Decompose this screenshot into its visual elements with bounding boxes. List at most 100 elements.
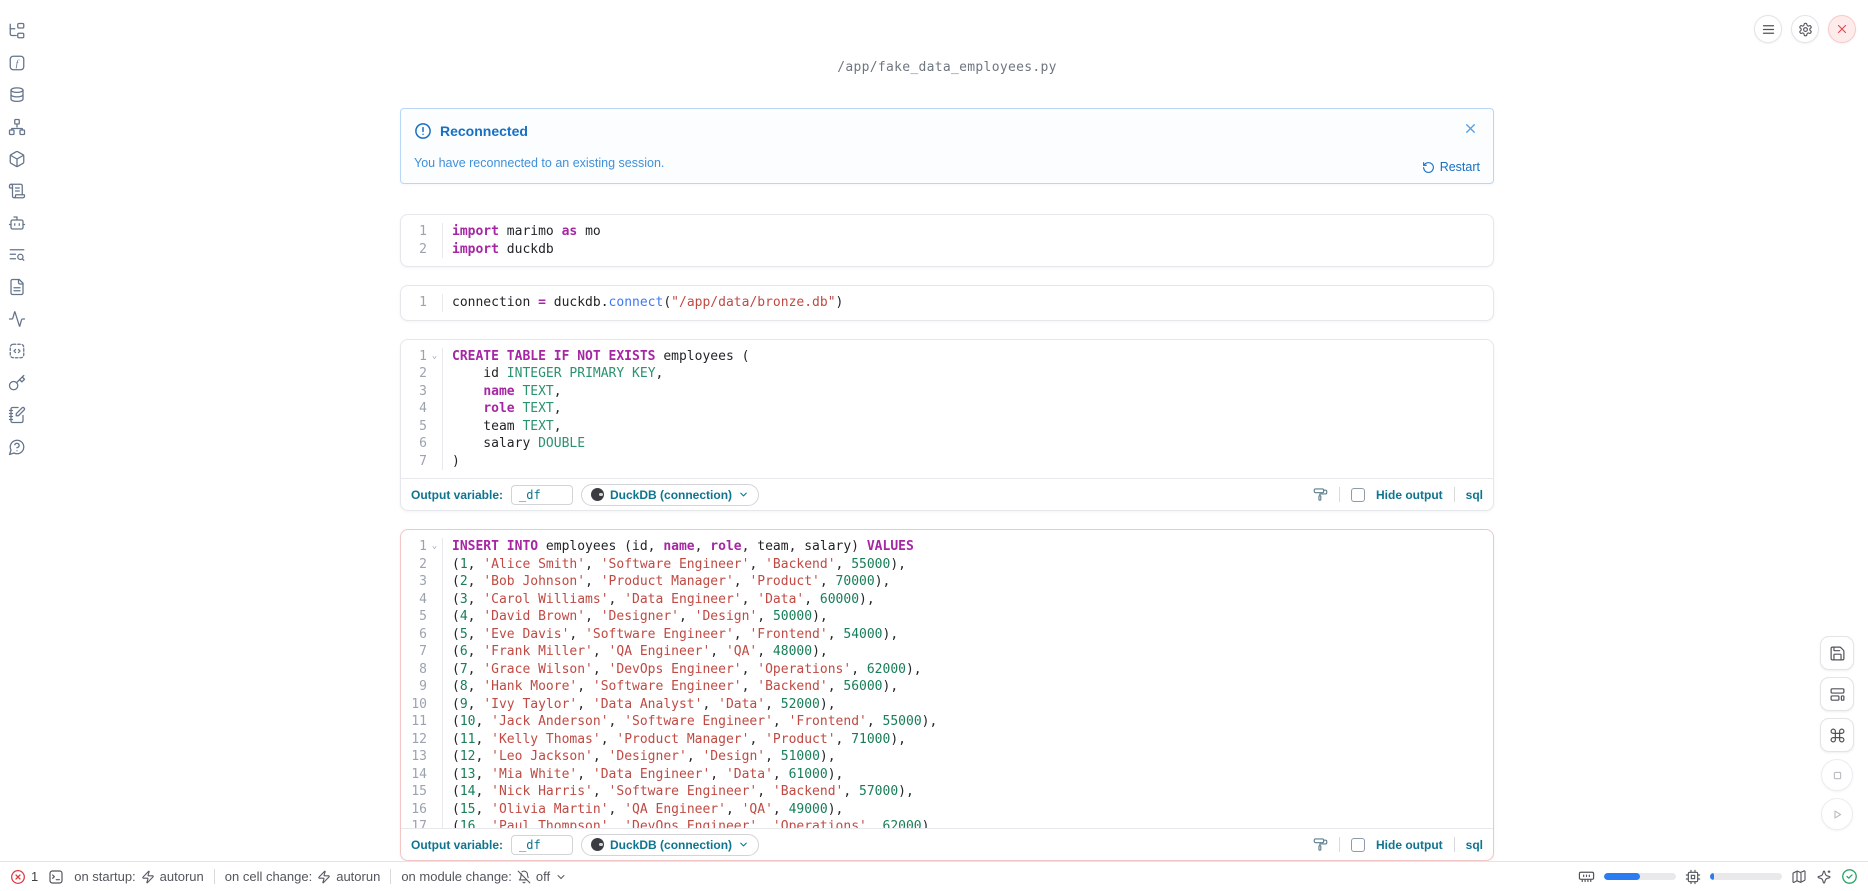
banner-close-icon[interactable]: [1463, 121, 1478, 136]
logs-icon[interactable]: [8, 182, 26, 200]
engine-select[interactable]: DuckDB (connection): [581, 834, 759, 856]
packages-icon[interactable]: [8, 150, 26, 168]
code-line[interactable]: 1⌄INSERT INTO employees (id, name, role,…: [401, 538, 1493, 556]
fold-chevron-icon[interactable]: ⌄: [427, 348, 442, 366]
minimap-icon[interactable]: [1791, 869, 1807, 885]
code-line[interactable]: 3(2, 'Bob Johnson', 'Product Manager', '…: [401, 573, 1493, 591]
engine-label: DuckDB (connection): [610, 488, 732, 502]
engine-select[interactable]: DuckDB (connection): [581, 484, 759, 506]
code-line[interactable]: 15(14, 'Nick Harris', 'Software Engineer…: [401, 783, 1493, 801]
code-line[interactable]: 12(11, 'Kelly Thomas', 'Product Manager'…: [401, 731, 1493, 749]
log-search-icon[interactable]: [8, 246, 26, 264]
settings-button[interactable]: [1791, 15, 1819, 43]
code-line[interactable]: 10(9, 'Ivy Taylor', 'Data Analyst', 'Dat…: [401, 696, 1493, 714]
code-line[interactable]: 4(3, 'Carol Williams', 'Data Engineer', …: [401, 591, 1493, 609]
code-text: role TEXT,: [442, 400, 1493, 418]
fold-gutter: [427, 626, 442, 644]
code-line[interactable]: 3 name TEXT,: [401, 383, 1493, 401]
code-editor[interactable]: 1import marimo as mo2import duckdb: [401, 215, 1493, 266]
code-text: (12, 'Leo Jackson', 'Designer', 'Design'…: [442, 748, 1493, 766]
on-module-change-setting[interactable]: on module change: off: [401, 869, 567, 884]
shutdown-icon: [1835, 22, 1849, 36]
variables-icon[interactable]: f: [8, 54, 26, 72]
hide-output-checkbox[interactable]: [1351, 838, 1365, 852]
code-line[interactable]: 5(4, 'David Brown', 'Designer', 'Design'…: [401, 608, 1493, 626]
right-toolbar: [1814, 636, 1860, 837]
layout-button[interactable]: [1820, 677, 1854, 711]
run-button[interactable]: [1821, 798, 1853, 830]
shutdown-button[interactable]: [1828, 15, 1856, 43]
output-variable-input[interactable]: _df: [511, 485, 573, 505]
stop-button[interactable]: [1821, 759, 1853, 791]
code-line[interactable]: 13(12, 'Leo Jackson', 'Designer', 'Desig…: [401, 748, 1493, 766]
fold-gutter: [427, 731, 442, 749]
secrets-key-icon[interactable]: [8, 374, 26, 392]
command-palette-button[interactable]: [1820, 718, 1854, 752]
code-line[interactable]: 14 (13, 'Mia White', 'Data Engineer', 'Da…: [401, 766, 1493, 784]
code-editor[interactable]: 1⌄CREATE TABLE IF NOT EXISTS employees (…: [401, 340, 1493, 479]
code-line[interactable]: 9(8, 'Hank Moore', 'Software Engineer', …: [401, 678, 1493, 696]
file-explorer-icon[interactable]: [8, 22, 26, 40]
code-text: (13, 'Mia White', 'Data Engineer', 'Data…: [442, 766, 1493, 784]
restart-button[interactable]: Restart: [1422, 160, 1480, 174]
fold-gutter: [427, 418, 442, 436]
status-bar: 1 on startup: autorun on cell change: au…: [0, 861, 1868, 891]
code-line[interactable]: 8(7, 'Grace Wilson', 'DevOps Engineer', …: [401, 661, 1493, 679]
code-line[interactable]: 6 salary DOUBLE: [401, 435, 1493, 453]
code-line[interactable]: 1⌄CREATE TABLE IF NOT EXISTS employees (: [401, 348, 1493, 366]
menu-button[interactable]: [1754, 15, 1782, 43]
tracing-icon[interactable]: [8, 310, 26, 328]
format-cell-icon[interactable]: [1313, 487, 1328, 502]
code-line[interactable]: 5 team TEXT,: [401, 418, 1493, 436]
code-line[interactable]: 2 id INTEGER PRIMARY KEY,: [401, 365, 1493, 383]
format-cell-icon[interactable]: [1313, 837, 1328, 852]
chevron-down-icon: [738, 839, 749, 850]
code-line[interactable]: 6(5, 'Eve Davis', 'Software Engineer', '…: [401, 626, 1493, 644]
scratchpad-icon[interactable]: [8, 406, 26, 424]
output-variable-input[interactable]: _df: [511, 835, 573, 855]
code-editor[interactable]: 1connection = duckdb.connect("/app/data/…: [401, 286, 1493, 320]
code-text: ): [442, 453, 1493, 471]
code-line[interactable]: 2import duckdb: [401, 241, 1493, 259]
fold-gutter: [427, 818, 442, 828]
code-line[interactable]: 4 role TEXT,: [401, 400, 1493, 418]
output-variable-label: Output variable:: [411, 488, 503, 502]
fold-gutter: [427, 783, 442, 801]
code-text: import duckdb: [442, 241, 1493, 259]
line-number: 16: [401, 801, 427, 819]
save-button[interactable]: [1820, 636, 1854, 670]
restart-label: Restart: [1440, 160, 1480, 174]
code-line[interactable]: 16(15, 'Olivia Martin', 'QA Engineer', '…: [401, 801, 1493, 819]
language-badge[interactable]: sql: [1466, 488, 1483, 502]
dependency-graph-icon[interactable]: [8, 118, 26, 136]
code-line[interactable]: 7(6, 'Frank Miller', 'QA Engineer', 'QA'…: [401, 643, 1493, 661]
on-startup-setting[interactable]: on startup: autorun: [74, 869, 204, 884]
line-number: 14: [401, 766, 427, 784]
help-icon[interactable]: [8, 438, 26, 456]
code-line[interactable]: 1connection = duckdb.connect("/app/data/…: [401, 294, 1493, 312]
terminal-icon[interactable]: [48, 869, 64, 885]
chat-bot-icon[interactable]: [8, 214, 26, 232]
fold-gutter: [427, 435, 442, 453]
on-cell-change-setting[interactable]: on cell change: autorun: [225, 869, 381, 884]
code-line[interactable]: 11(10, 'Jack Anderson', 'Software Engine…: [401, 713, 1493, 731]
notebook-area: Reconnected You have reconnected to an e…: [400, 108, 1494, 879]
error-icon: [10, 869, 26, 885]
snippets-icon[interactable]: [8, 342, 26, 360]
code-line[interactable]: 17(16, 'Paul Thompson', 'DevOps Engineer…: [401, 818, 1493, 828]
fold-chevron-icon[interactable]: ⌄: [427, 538, 442, 556]
code-line[interactable]: 7): [401, 453, 1493, 471]
banner-title: Reconnected: [440, 123, 528, 139]
code-line[interactable]: 1import marimo as mo: [401, 223, 1493, 241]
language-badge[interactable]: sql: [1466, 838, 1483, 852]
code-editor[interactable]: 1⌄INSERT INTO employees (id, name, role,…: [401, 530, 1493, 828]
documentation-icon[interactable]: [8, 278, 26, 296]
fold-gutter: [427, 766, 442, 784]
error-counter[interactable]: 1: [10, 869, 38, 885]
code-line[interactable]: 2(1, 'Alice Smith', 'Software Engineer',…: [401, 556, 1493, 574]
hide-output-checkbox[interactable]: [1351, 488, 1365, 502]
datasources-icon[interactable]: [8, 86, 26, 104]
ai-sparkles-icon[interactable]: [1816, 869, 1832, 885]
code-text: id INTEGER PRIMARY KEY,: [442, 365, 1493, 383]
line-number: 5: [401, 418, 427, 436]
